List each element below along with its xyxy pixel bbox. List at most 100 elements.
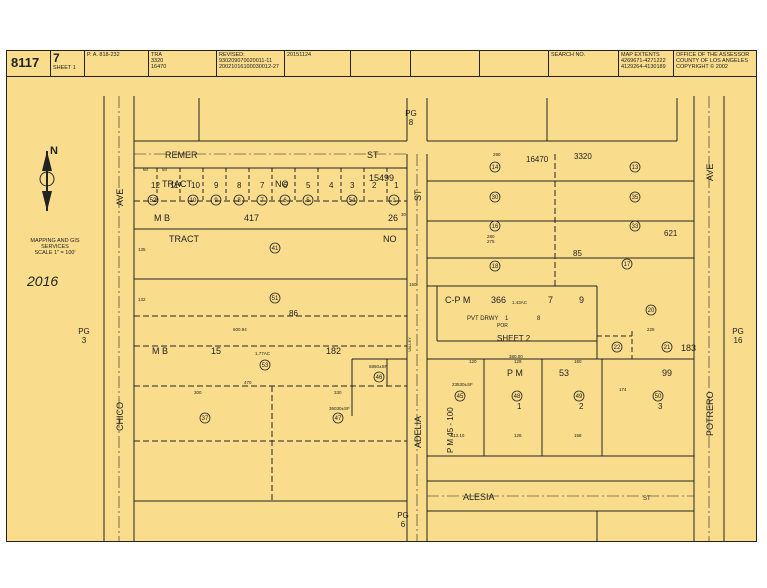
year-stamp: 2016: [26, 273, 58, 289]
scale-label: SCALE 1" = 100': [34, 250, 75, 256]
tract-label: P M: [507, 368, 523, 378]
dimension: 300: [194, 390, 202, 395]
parcel-number: 41: [272, 246, 279, 252]
private-driveway-label: PVT DRWY: [467, 316, 498, 322]
blank-cell: [351, 51, 411, 76]
tract-label: C-P M: [445, 295, 470, 305]
dimension: 470: [244, 380, 252, 385]
parcel-number: 52: [150, 198, 157, 204]
dimension: 36030±SF: [329, 406, 350, 411]
street-label-alesia-st: ST: [643, 496, 651, 502]
parcel-number: 16: [492, 224, 499, 230]
blank-cell: [480, 51, 549, 76]
tract-label: 15: [211, 346, 221, 356]
page-ref: PG: [405, 109, 417, 118]
page-ref: PG: [732, 327, 744, 336]
dimension: 330: [334, 390, 342, 395]
dimension: 6860±SF: [369, 364, 387, 369]
tract-label: 8: [537, 316, 541, 322]
map-paper: 8117 7 SHEET 1 P. A. 818-232 TRA 3320 16…: [6, 50, 757, 542]
street-label-chico-ave: AVE: [115, 189, 125, 206]
parcel-number: 20: [648, 308, 655, 314]
assessor-map-sheet: 8117 7 SHEET 1 P. A. 818-232 TRA 3320 16…: [0, 0, 767, 588]
dimension: 23530±SF: [452, 382, 473, 387]
page-ref: PG: [397, 511, 409, 520]
dimension: 160: [574, 359, 582, 364]
dimension: 600.94: [233, 327, 247, 332]
tract-label: 26: [388, 213, 398, 223]
street-label-st: ST: [413, 189, 423, 201]
tra-code: 16470: [526, 155, 549, 164]
sheet-label: SHEET 1: [53, 65, 76, 71]
lot-number: 11: [170, 181, 179, 190]
lot-number: 2: [579, 402, 584, 411]
por-label: POR: [497, 323, 508, 329]
parcel-number: 45: [457, 394, 464, 400]
revised-date: 20151124: [285, 51, 351, 76]
dimension: 290: [493, 152, 501, 157]
lot-number: 2: [372, 181, 377, 190]
street-label-valley: VALLEY: [407, 337, 412, 352]
map-book-number: 8117: [7, 51, 51, 76]
office-line: COPYRIGHT © 2002: [676, 64, 728, 70]
parcel-number: 46: [376, 375, 383, 381]
lot-number: 4: [329, 181, 334, 190]
tract-label: 183: [681, 343, 696, 353]
tract-label: 366: [491, 295, 506, 305]
tra-value: 16470: [151, 64, 167, 70]
dimension: 1.43AC: [512, 300, 528, 305]
tract-label: P M 45 - 100: [446, 407, 455, 453]
lot-number: 3: [350, 181, 355, 190]
page-ref: 6: [401, 520, 406, 529]
dimension: 158: [574, 433, 582, 438]
parcel-number: 37: [202, 416, 209, 422]
revised-value: 20021016100030012-27: [219, 64, 279, 70]
tract-label: 9: [579, 295, 584, 305]
tract-label: 1: [505, 316, 509, 322]
page-ref: 3: [82, 336, 87, 345]
lot-number: 621: [664, 229, 678, 238]
dimension: 60: [143, 167, 149, 172]
lot-number: 3: [658, 402, 663, 411]
tra-block: TRA 3320 16470: [149, 51, 217, 76]
parcel-number: 13: [632, 165, 639, 171]
parcel-number: 22: [614, 345, 621, 351]
street-label-potrero: POTRERO: [705, 391, 715, 436]
lot-number: 5: [306, 181, 311, 190]
assessor-office: OFFICE OF THE ASSESSOR COUNTY OF LOS ANG…: [674, 51, 756, 76]
dimension: 1.77AC: [255, 351, 271, 356]
parcel-number: 33: [632, 224, 639, 230]
dimension: 150: [409, 282, 417, 287]
search-no: SEARCH NO.: [549, 51, 619, 76]
dimension: 30: [401, 212, 407, 217]
north-label: N: [50, 145, 58, 157]
lot-number: 7: [260, 181, 265, 190]
parcel-number: 51: [272, 296, 279, 302]
lot-number: 1: [517, 402, 522, 411]
page-ref: PG: [78, 327, 90, 336]
lot-number: 12: [151, 181, 160, 190]
parcel-number: 30: [492, 195, 499, 201]
lot-number: 6: [283, 181, 288, 190]
parcel-number: 6: [283, 198, 287, 204]
street-label-adelia: ADELIA: [413, 416, 423, 448]
dimension: 50: [162, 167, 168, 172]
street-label-potrero-ave: AVE: [705, 164, 715, 181]
tract-label: TRACT: [169, 234, 199, 244]
parcel-number: 54: [349, 198, 356, 204]
lot-number: 85: [573, 249, 582, 258]
tract-label: NO: [383, 234, 397, 244]
dimension: 120: [469, 359, 477, 364]
dimension: 113.10: [451, 433, 465, 438]
parcel-number: 21: [664, 345, 671, 351]
parcel-number: 18: [492, 264, 499, 270]
lot-number: 86: [289, 309, 298, 318]
parcel-number: 47: [335, 416, 342, 422]
lot-number: 9: [214, 181, 219, 190]
tract-label: 182: [326, 346, 341, 356]
sheet-ref: SHEET 2: [497, 334, 531, 343]
parcel-number: 49: [576, 394, 583, 400]
pa-number: P. A. 818-232: [85, 51, 149, 76]
street-label-chico: CHICO: [115, 402, 125, 431]
page-ref: 8: [409, 118, 414, 127]
